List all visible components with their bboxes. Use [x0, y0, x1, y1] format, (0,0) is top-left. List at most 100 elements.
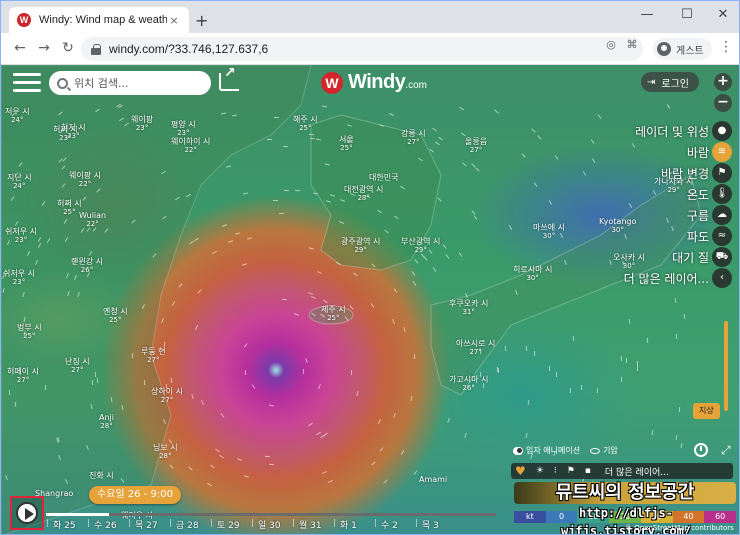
map-city-label[interactable]: 허페이 시 27° — [7, 367, 39, 385]
particle-animation-toggle[interactable]: 입자 애니메이션 — [513, 445, 580, 456]
more-layers-link[interactable]: 더 많은 레이어... — [605, 465, 669, 478]
map-city-label[interactable]: Amami — [419, 475, 447, 484]
zoom-out-button[interactable]: − — [714, 94, 732, 112]
cloud-icon[interactable]: ☁ — [712, 205, 732, 225]
map-city-label[interactable]: Wulian 22° — [79, 211, 106, 229]
address-bar[interactable]: windy.com/?33.746,127.637,6 — [81, 37, 643, 61]
map-city-label[interactable]: 벙부 시 25° — [17, 323, 42, 341]
map-city-label[interactable]: 울릉읍 27° — [465, 137, 487, 155]
main-menu-button[interactable] — [13, 73, 41, 95]
map-city-label[interactable]: 대한민국 — [369, 173, 398, 182]
timeline-day-label[interactable]: 금 28 — [170, 518, 199, 531]
map-city-label[interactable]: 아쓰시로 시 27° — [456, 339, 495, 357]
timeline-day-label[interactable]: 목 3 — [416, 518, 439, 531]
map-city-label[interactable]: 닝보 시 28° — [153, 443, 178, 461]
chevron-left-icon[interactable]: ‹ — [712, 268, 732, 288]
map-city-label[interactable]: 서울 25° — [339, 135, 354, 153]
layer-item-label[interactable]: 파도 — [687, 228, 709, 245]
ground-level-badge[interactable]: 지상 — [693, 403, 720, 419]
share-icon[interactable] — [219, 65, 239, 91]
thermometer-mini-icon[interactable]: ⁝ — [554, 466, 557, 476]
map-city-label[interactable]: 상하이 시 27° — [151, 387, 183, 405]
location-search-input[interactable]: 위치 검색... — [49, 71, 211, 95]
layer-item-label[interactable]: 더 많은 레이어... — [624, 270, 709, 287]
map-city-label[interactable]: 광주광역 시 29° — [341, 237, 380, 255]
layer-item-label[interactable]: 온도 — [687, 186, 709, 203]
map-city-label[interactable]: 웨이팡 시 22° — [69, 171, 101, 189]
wind-icon[interactable]: ≋ — [712, 142, 732, 162]
map-city-label[interactable]: 강릉 시 27° — [401, 129, 426, 147]
car-icon[interactable]: ⛟ — [712, 247, 732, 267]
layer-item-label[interactable]: 대기 질 — [672, 249, 709, 266]
timeline-day-label[interactable]: 화 25 — [47, 518, 76, 531]
layer-scroll-track[interactable] — [724, 321, 728, 411]
flag-mini-icon[interactable]: ⚑ — [567, 466, 575, 476]
timeline-day-label[interactable]: 일 30 — [252, 518, 281, 531]
layer-item-label[interactable]: 바람 — [687, 144, 709, 161]
map-city-label[interactable]: 마쓰에 시 30° — [533, 223, 565, 241]
map-city-label[interactable]: 쉬저우 시 23° — [3, 269, 35, 287]
map-city-label[interactable]: 난징 시 27° — [65, 357, 90, 375]
map-city-label[interactable]: 히로시마 시 30° — [513, 265, 552, 283]
clock-icon[interactable] — [694, 443, 708, 457]
timeline-day-label[interactable]: 토 29 — [211, 518, 240, 531]
map-city-label[interactable]: 제주 시 25° — [321, 305, 346, 323]
forward-button[interactable]: → — [35, 40, 53, 56]
sun-icon[interactable]: ☀ — [536, 466, 544, 476]
minimize-button[interactable]: — — [637, 7, 657, 22]
map-city-label[interactable]: 롄윈강 시 26° — [71, 257, 103, 275]
map-city-label[interactable]: Anji 28° — [99, 413, 114, 431]
maximize-button[interactable]: ☐ — [677, 7, 697, 22]
timeline-day-label[interactable]: 화 1 — [334, 518, 357, 531]
zoom-in-button[interactable]: + — [714, 73, 732, 91]
browser-tab[interactable]: W Windy: Wind map & weather fo × — [9, 7, 189, 33]
map-city-label[interactable]: 허쩌 시 23° — [53, 125, 78, 143]
satellite-icon[interactable]: ● — [712, 121, 732, 141]
map-city-label[interactable]: 진화 시 — [89, 471, 114, 480]
location-blocked-icon[interactable]: ◎ — [604, 38, 618, 52]
weather-map[interactable]: 저우 시 24° 허저 시 23° 웨이팡 23° 평양 시 23° 해주 시 25° 허쩌 시 23… — [1, 65, 739, 534]
map-city-label[interactable]: 루둥 현 27° — [141, 347, 166, 365]
layer-item-label[interactable]: 바람 변경 — [661, 165, 709, 182]
layer-item-label[interactable]: 구름 — [687, 207, 709, 224]
map-city-label[interactable]: 대전광역 시 28° — [344, 185, 383, 203]
tab-close-icon[interactable]: × — [167, 14, 181, 27]
thermometer-icon[interactable]: 🌡 — [712, 184, 732, 204]
map-city-label[interactable]: 부산광역 시 29° — [401, 237, 440, 255]
browser-menu-icon[interactable]: ⋮ — [719, 39, 733, 55]
current-time-bubble[interactable]: 수요일 26 - 9:00 — [89, 486, 181, 504]
map-city-label[interactable]: 저우 시 24° — [5, 107, 30, 125]
close-window-button[interactable]: ✕ — [713, 7, 733, 22]
timeline-day-label[interactable]: 수 2 — [375, 518, 398, 531]
map-city-label[interactable]: 웨이팡 23° — [131, 115, 153, 133]
url-text[interactable]: windy.com/?33.746,127.637,6 — [109, 42, 268, 56]
flag-icon[interactable]: ⚑ — [712, 163, 732, 183]
layer-item-label[interactable]: 레이더 및 위성 — [635, 123, 709, 140]
wave-icon[interactable]: ≈ — [712, 226, 732, 246]
map-city-label[interactable]: 가고시마 시 26° — [449, 375, 488, 393]
profile-button[interactable]: 게스트 — [653, 38, 712, 60]
timeline-track[interactable] — [46, 513, 496, 516]
timeline-day-label[interactable]: 목 27 — [129, 518, 158, 531]
map-city-label[interactable]: 평양 시 23° — [171, 120, 196, 138]
reload-button[interactable]: ↻ — [59, 40, 77, 56]
map-city-label[interactable]: Kyotango 30° — [599, 217, 636, 235]
pressure-toggle[interactable]: 기압 — [590, 445, 618, 456]
heart-icon[interactable]: ♥ — [515, 464, 526, 478]
play-button[interactable] — [10, 496, 44, 530]
map-city-label[interactable]: 후쿠오카 시 31° — [449, 299, 488, 317]
timeline[interactable]: 화 25 수 26 목 27 금 28 토 29 일 30 월 31 화 1 수 2 목 3 — [1, 510, 521, 534]
back-button[interactable]: ← — [11, 40, 29, 56]
map-credits[interactable]: © OpenStreetMap contributors — [625, 524, 734, 532]
lock-icon[interactable] — [91, 44, 101, 55]
new-tab-button[interactable]: + — [195, 11, 208, 30]
map-city-label[interactable]: 지난 시 24° — [7, 173, 32, 191]
timeline-day-label[interactable]: 수 26 — [88, 518, 117, 531]
timeline-day-label[interactable]: 월 31 — [293, 518, 322, 531]
windy-logo[interactable]: W Windy .com — [321, 71, 427, 94]
login-button[interactable]: ⇥ 로그인 — [641, 72, 699, 92]
map-city-label[interactable]: 웨이하이 시 22° — [171, 137, 210, 155]
translate-icon[interactable]: ⌘ — [625, 38, 639, 52]
car-mini-icon[interactable]: ▪ — [585, 466, 591, 476]
expand-icon[interactable]: ⤢ — [721, 443, 731, 458]
